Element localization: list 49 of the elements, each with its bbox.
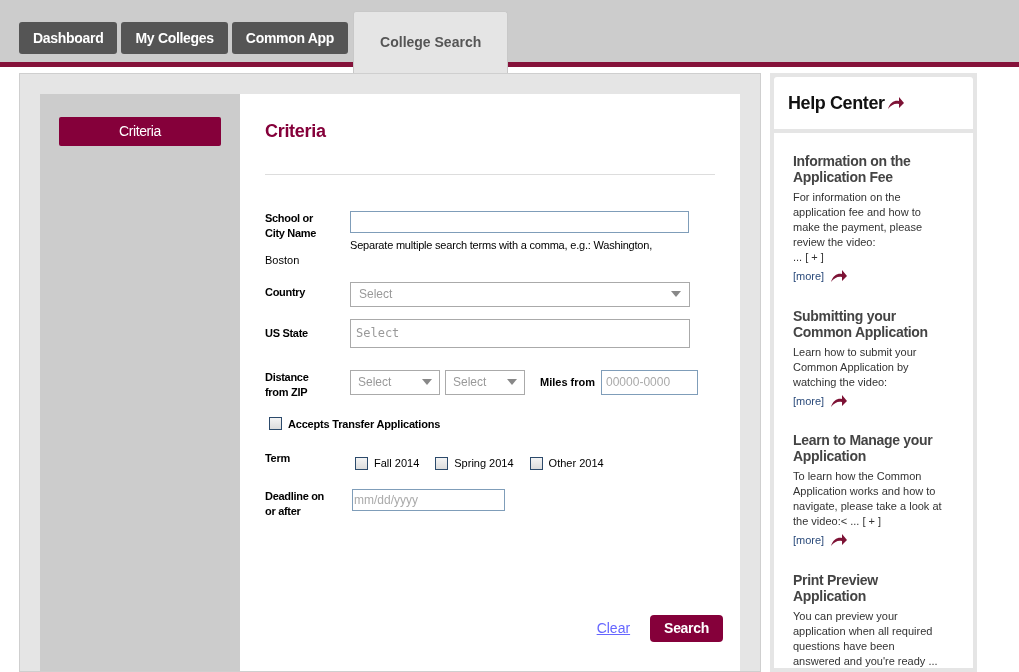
checkbox-label: Other 2014 [548, 456, 604, 471]
checkbox[interactable] [435, 456, 449, 470]
checkbox[interactable] [355, 456, 368, 470]
help-item-text: To learn how the Common Application works and how to navigate, please take a look at the video:< ... [ + ] [793, 469, 943, 529]
field-label: Distance from ZIP [265, 369, 310, 400]
hint-text: Boston [265, 253, 301, 268]
school-input[interactable] [350, 211, 689, 233]
state-input[interactable]: Select [350, 318, 690, 348]
curved-arrow-icon [886, 96, 905, 110]
nav-tab[interactable]: Common App [231, 22, 349, 54]
clear-link[interactable]: Clear [596, 617, 631, 639]
curved-arrow-icon [830, 269, 849, 284]
expand-link[interactable]: ... [ + ] [793, 250, 954, 265]
checkbox-label: Spring 2014 [454, 456, 514, 471]
nav-tab[interactable]: College Search [353, 11, 509, 73]
field-label: Miles from [540, 374, 595, 390]
help-item-text: Learn how to submit your Common Application by watching the video: [793, 344, 918, 390]
help-item-title: Information on the Application Fee [793, 153, 912, 185]
form-title: Criteria [265, 120, 327, 143]
field-label: Country [265, 284, 307, 300]
help-item-text: For information on the application fee and how to make the payment, please review the video: [793, 190, 924, 250]
checkbox[interactable] [529, 456, 543, 470]
curved-arrow-icon [830, 393, 849, 408]
checkbox-label: Accepts Transfer Applications [288, 416, 441, 432]
caret-icon [422, 379, 432, 385]
help-item-title: Print Preview Application [793, 571, 879, 604]
help-item-title: Submitting your Common Application [793, 307, 929, 340]
nav-tab[interactable]: My Colleges [121, 22, 228, 54]
checkbox[interactable] [269, 417, 282, 431]
caret-icon [671, 291, 681, 297]
more-link[interactable]: [more] [793, 392, 825, 409]
field-label: US State [265, 325, 309, 341]
curved-arrow-icon [830, 533, 849, 548]
nav-tab[interactable]: Dashboard [19, 22, 118, 54]
help-item-text: You can preview your application when all required questions have been answered and you're ready ... [793, 608, 939, 668]
sidebar-item[interactable]: Criteria [59, 117, 221, 146]
help-item-title: Learn to Manage your Application [793, 432, 934, 464]
caret-icon [507, 379, 517, 385]
zip-input[interactable]: 00000-0000 [601, 369, 698, 395]
more-link[interactable]: [more] [793, 532, 825, 549]
deadline-input[interactable]: mm/dd/yyyy [352, 488, 505, 511]
search-button[interactable]: Search [650, 614, 723, 642]
field-label: Deadline on or after [265, 488, 326, 519]
field-label: School or City Name [265, 211, 318, 241]
field-label: Term [265, 451, 291, 466]
hint-text: Separate multiple search terms with a comma, e.g.: Washington, [350, 238, 654, 253]
more-link[interactable]: [more] [793, 268, 825, 285]
help-title: Help Center [788, 91, 885, 115]
checkbox-label: Fall 2014 [374, 456, 420, 471]
